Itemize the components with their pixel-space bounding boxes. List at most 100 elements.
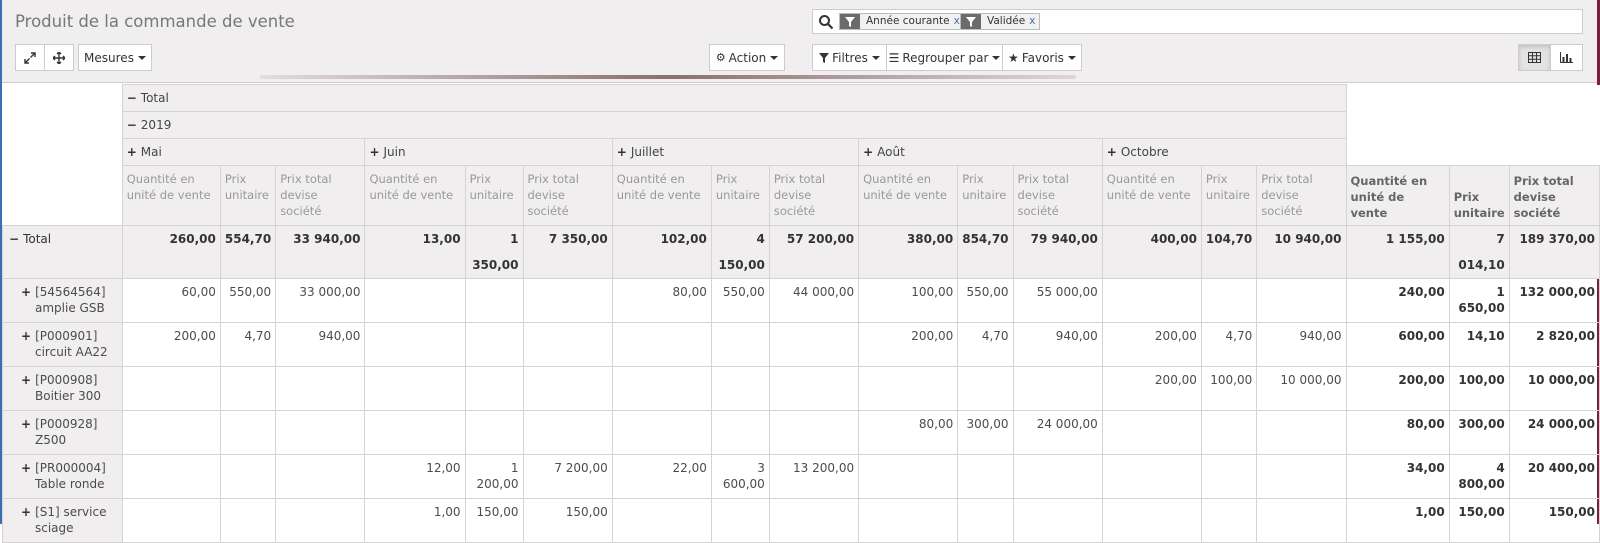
measure-header[interactable]: Quantité en unité de vente xyxy=(121,165,221,226)
row-total-cell: 10 000,00 xyxy=(1508,366,1600,411)
graph-view-button[interactable] xyxy=(1550,44,1583,71)
value-cell: 940,00 xyxy=(275,322,366,367)
col-header-month[interactable]: + Août xyxy=(858,138,1103,166)
row-header-total[interactable]: − Total xyxy=(2,225,123,279)
value-cell xyxy=(464,366,524,411)
search-facet: Année courante x xyxy=(839,13,965,30)
grand-total-cell: 7 014,10 xyxy=(1448,225,1510,279)
col-header-year[interactable]: −2019 xyxy=(121,111,1347,139)
value-cell xyxy=(522,322,613,367)
value-cell xyxy=(275,454,366,499)
action-dropdown[interactable]: ⚙ Action xyxy=(709,44,785,71)
value-cell: 44 000,00 xyxy=(768,278,860,323)
value-cell xyxy=(121,366,221,411)
groupby-label: Regrouper par xyxy=(902,50,989,65)
total-cell: 260,00 xyxy=(121,225,221,279)
col-header-month[interactable]: + Octobre xyxy=(1101,138,1347,166)
product-name: amplie GSB xyxy=(35,301,105,315)
favorites-label: Favoris xyxy=(1021,50,1064,65)
value-cell xyxy=(121,498,221,543)
value-cell xyxy=(1256,278,1347,323)
search-bar[interactable]: Année courante x Validée x xyxy=(812,9,1583,34)
plus-icon: + xyxy=(616,145,627,159)
collapse-all-button[interactable] xyxy=(44,44,74,71)
value-cell xyxy=(275,366,366,411)
favorites-dropdown[interactable]: ★ Favoris xyxy=(1002,44,1082,71)
measure-header[interactable]: Prix unitaire xyxy=(710,165,770,226)
row-total-cell: 150,00 xyxy=(1508,498,1600,543)
measures-dropdown[interactable]: Mesures xyxy=(78,44,152,71)
measures-label: Mesures xyxy=(84,50,134,65)
product-code: [PR000004] xyxy=(35,461,106,475)
pivot-view-button[interactable] xyxy=(1518,44,1551,71)
value-cell xyxy=(1101,498,1202,543)
measure-header[interactable]: Quantité en unité de vente xyxy=(1101,165,1202,226)
filters-dropdown[interactable]: Filtres xyxy=(812,44,887,71)
total-measure-header[interactable]: Prix unitaire xyxy=(1448,165,1510,226)
filter-icon xyxy=(819,52,830,63)
value-cell: 940,00 xyxy=(1256,322,1347,367)
row-total-cell: 2 820,00 xyxy=(1508,322,1600,367)
measure-header[interactable]: Prix unitaire xyxy=(1200,165,1258,226)
col-header-total[interactable]: − Total xyxy=(121,84,1347,112)
measure-header[interactable]: Prix unitaire xyxy=(219,165,277,226)
row-total-cell: 80,00 xyxy=(1345,410,1450,455)
groupby-dropdown[interactable]: ☰ Regrouper par xyxy=(886,44,1003,71)
row-header-product[interactable]: + [P000901] circuit AA22 xyxy=(2,322,123,367)
total-cell: 554,70 xyxy=(219,225,277,279)
row-header-product[interactable]: + [54564564] amplie GSB xyxy=(2,278,123,323)
measure-header[interactable]: Prix total devise société xyxy=(768,165,860,226)
gear-icon: ⚙ xyxy=(715,51,726,64)
table-icon xyxy=(1528,52,1541,63)
col-header-month[interactable]: + Mai xyxy=(121,138,366,166)
facet-remove-button[interactable]: x xyxy=(1029,14,1039,29)
total-measure-header[interactable]: Quantité en unité de vente xyxy=(1345,165,1450,226)
measure-header[interactable]: Prix unitaire xyxy=(464,165,524,226)
value-cell: 60,00 xyxy=(121,278,221,323)
expand-button[interactable] xyxy=(15,44,45,71)
value-cell xyxy=(768,498,860,543)
total-cell: 854,70 xyxy=(957,225,1014,279)
value-cell xyxy=(1012,498,1103,543)
col-header-month[interactable]: + Juin xyxy=(364,138,613,166)
product-code: [P000928] xyxy=(35,417,98,431)
row-header-label: Total xyxy=(23,232,52,246)
total-cell: 1 350,00 xyxy=(464,225,524,279)
measure-header[interactable]: Prix total devise société xyxy=(522,165,613,226)
plus-icon: + xyxy=(126,145,137,159)
value-cell xyxy=(957,366,1014,411)
control-panel: Produit de la commande de vente Année co… xyxy=(2,0,1597,83)
value-cell xyxy=(1200,410,1258,455)
search-icon xyxy=(819,15,834,30)
row-header-product[interactable]: + [P000908] Boitier 300 xyxy=(2,366,123,411)
measure-header[interactable]: Quantité en unité de vente xyxy=(858,165,959,226)
value-cell xyxy=(121,410,221,455)
measure-header[interactable]: Prix total devise société xyxy=(1012,165,1103,226)
col-header-label: Mai xyxy=(140,145,162,159)
col-header-label: Août xyxy=(877,145,905,159)
value-cell: 4,70 xyxy=(219,322,277,367)
total-measure-header[interactable]: Prix total devise société xyxy=(1508,165,1600,226)
plus-icon: + xyxy=(21,417,32,431)
list-icon: ☰ xyxy=(888,50,900,65)
row-header-product[interactable]: + [PR000004] Table ronde xyxy=(2,454,123,499)
value-cell xyxy=(768,366,860,411)
value-cell: 55 000,00 xyxy=(1012,278,1103,323)
value-cell xyxy=(1200,498,1258,543)
table-row: + [54564564] amplie GSB 60,00 550,00 33 000,0… xyxy=(2,278,1600,323)
star-icon: ★ xyxy=(1008,50,1019,65)
measure-header[interactable]: Quantité en unité de vente xyxy=(611,165,712,226)
measure-header[interactable]: Quantité en unité de vente xyxy=(364,165,466,226)
measure-header[interactable]: Prix total devise société xyxy=(275,165,366,226)
value-cell: 940,00 xyxy=(1012,322,1103,367)
value-cell: 200,00 xyxy=(1101,366,1202,411)
measure-header[interactable]: Prix unitaire xyxy=(957,165,1014,226)
measure-header[interactable]: Prix total devise société xyxy=(1256,165,1347,226)
value-cell xyxy=(768,322,860,367)
row-header-product[interactable]: + [S1] service sciage xyxy=(2,498,123,543)
col-header-month[interactable]: + Juillet xyxy=(611,138,860,166)
total-cell: 7 350,00 xyxy=(522,225,613,279)
row-header-product[interactable]: + [P000928] Z500 xyxy=(2,410,123,455)
total-cell: 10 940,00 xyxy=(1256,225,1347,279)
table-row: + [S1] service sciage 1,00 150,00 150,00 1,00 1… xyxy=(2,498,1600,543)
